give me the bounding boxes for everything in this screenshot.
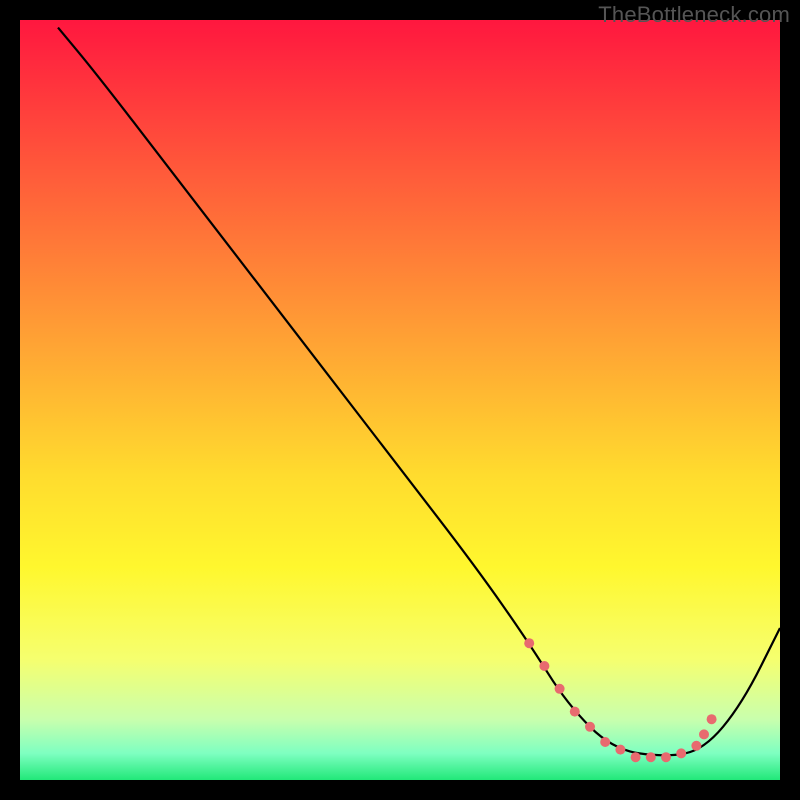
marker-dot [691,741,701,751]
marker-dot [539,661,549,671]
plot-area [20,20,780,780]
marker-dot [570,707,580,717]
marker-dot [524,638,534,648]
chart-frame: TheBottleneck.com [0,0,800,800]
marker-dot [676,748,686,758]
watermark-text: TheBottleneck.com [598,2,790,28]
marker-dot [661,752,671,762]
marker-dot [555,684,565,694]
gradient-background [20,20,780,780]
plot-svg [20,20,780,780]
marker-dot [646,752,656,762]
marker-dot [600,737,610,747]
marker-dot [585,722,595,732]
marker-dot [707,714,717,724]
marker-dot [699,729,709,739]
marker-dot [615,745,625,755]
marker-dot [631,752,641,762]
